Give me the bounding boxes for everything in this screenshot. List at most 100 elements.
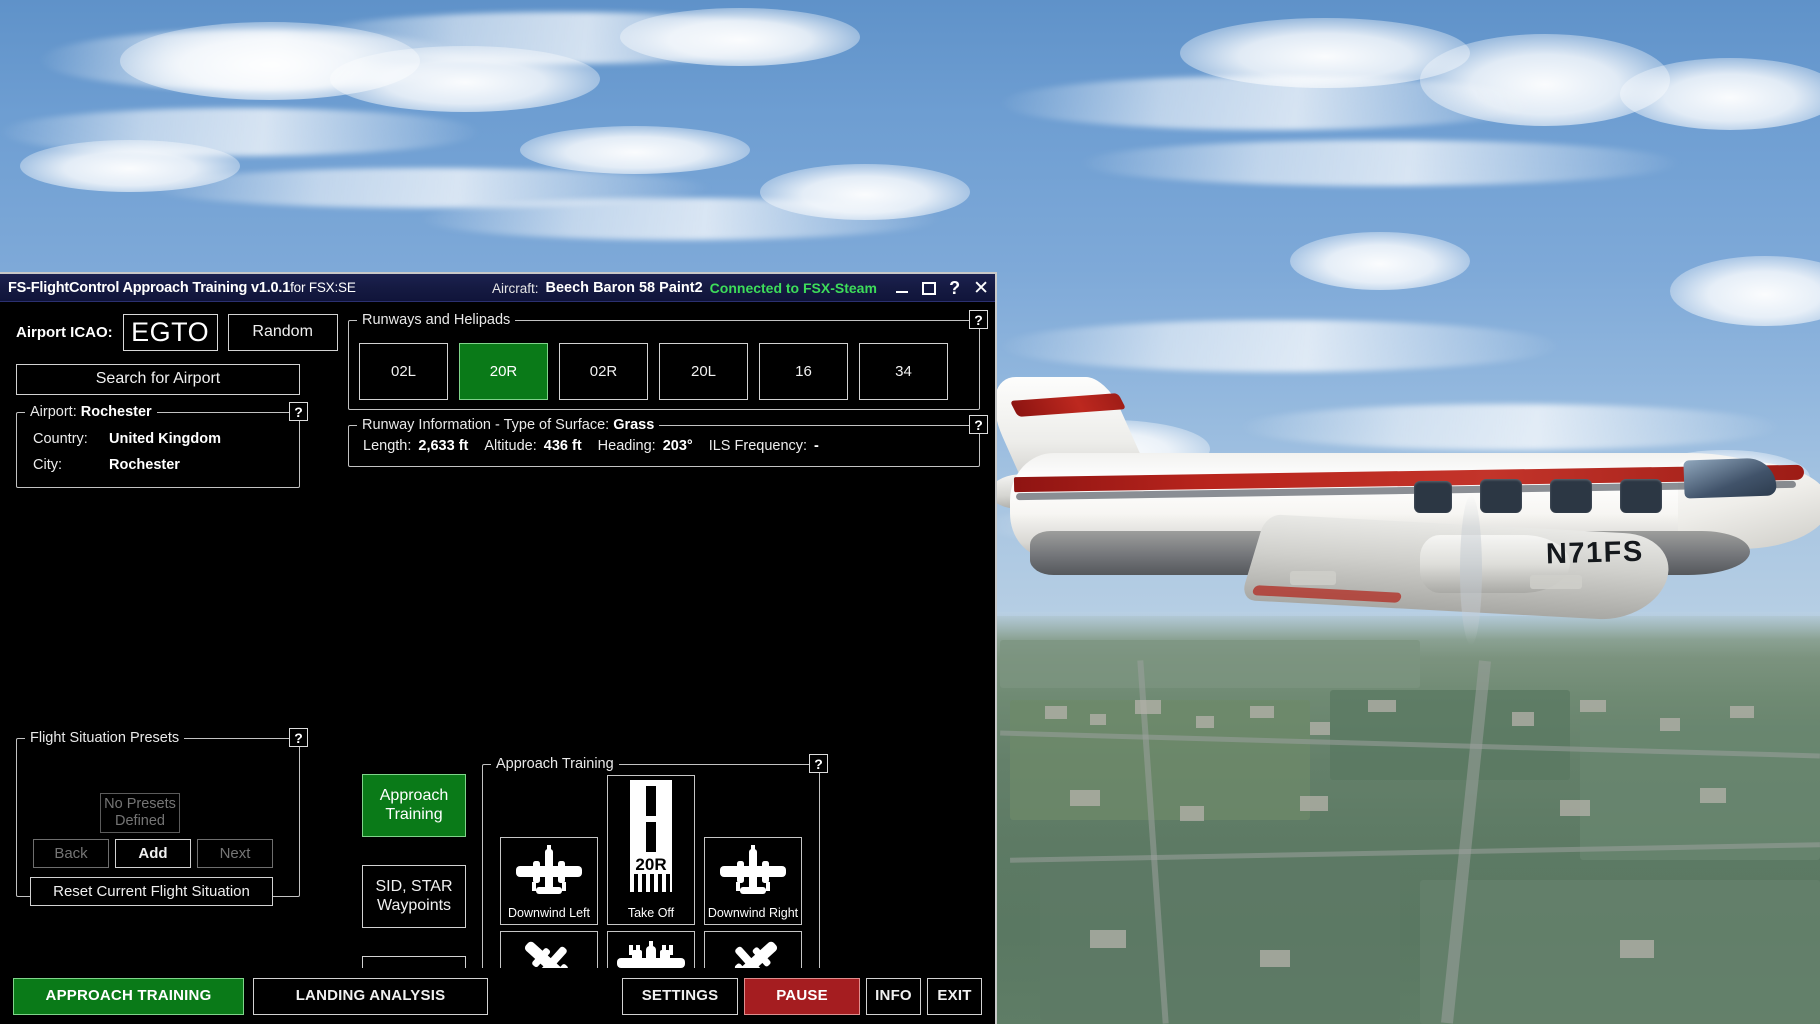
runway-info-legend-prefix: Runway Information - Type of Surface: bbox=[362, 417, 614, 433]
approach-tile-downwind-right[interactable]: Downwind Right bbox=[704, 837, 802, 925]
airport-name: Rochester bbox=[80, 404, 152, 420]
flight-situation-presets-group: Flight Situation Presets ? No Presets De… bbox=[16, 728, 308, 906]
no-presets-defined-placeholder: No Presets Defined bbox=[100, 793, 180, 833]
settings-button[interactable]: SETTINGS bbox=[622, 977, 738, 1015]
runway-altitude-value: 436 ft bbox=[543, 438, 582, 454]
preset-back-button[interactable]: Back bbox=[33, 839, 109, 868]
approach-help-button[interactable]: ? bbox=[809, 754, 828, 773]
runway-button-34[interactable]: 34 bbox=[859, 343, 948, 400]
preset-next-button[interactable]: Next bbox=[197, 839, 273, 868]
presets-group-legend: Flight Situation Presets bbox=[25, 730, 185, 746]
runway-button-20L[interactable]: 20L bbox=[659, 343, 748, 400]
runway-altitude-label: Altitude: bbox=[484, 438, 537, 454]
mode-sidstar-line2: Waypoints bbox=[376, 896, 452, 914]
runways-help-button[interactable]: ? bbox=[969, 310, 988, 329]
no-presets-line2: Defined bbox=[115, 813, 165, 829]
preset-add-button[interactable]: Add bbox=[115, 839, 191, 868]
minimize-icon[interactable] bbox=[895, 280, 909, 296]
airport-group-legend-prefix: Airport: bbox=[30, 404, 81, 420]
maximize-icon[interactable] bbox=[922, 281, 937, 295]
runway-info-help-button[interactable]: ? bbox=[969, 415, 988, 434]
cabin-window bbox=[1480, 479, 1522, 513]
runway-information-group: Runway Information - Type of Surface: Gr… bbox=[348, 415, 988, 467]
cabin-window bbox=[1414, 481, 1452, 513]
mode-sidstar-line1: SID, STAR bbox=[375, 878, 453, 896]
ils-frequency-label: ILS Frequency: bbox=[708, 438, 808, 454]
landing-analysis-button[interactable]: LANDING ANALYSIS bbox=[253, 977, 488, 1015]
reset-current-flight-situation-button[interactable]: Reset Current Flight Situation bbox=[30, 877, 273, 906]
title-bar-status: Aircraft: Beech Baron 58 Paint2 Connecte… bbox=[492, 274, 877, 302]
country-row: Country: United Kingdom bbox=[33, 431, 221, 447]
window-sim-target: for FSX:SE bbox=[290, 279, 356, 295]
airport-info-group: Airport: Rochester ? Country: United Kin… bbox=[16, 402, 308, 488]
title-bar: FS-FlightControl Approach Training v1.0.… bbox=[0, 274, 995, 302]
random-airport-button[interactable]: Random bbox=[227, 314, 338, 351]
bottom-button-bar: APPROACH TRAINING LANDING ANALYSIS SETTI… bbox=[0, 968, 995, 1024]
window-body: Airport ICAO: EGTO Random Search for Air… bbox=[0, 302, 995, 1024]
runway-button-16[interactable]: 16 bbox=[759, 343, 848, 400]
runway-info-legend: Runway Information - Type of Surface: Gr… bbox=[357, 417, 660, 433]
gear-door bbox=[1290, 571, 1336, 585]
runway-icon: 20R bbox=[608, 776, 694, 906]
approach-tile-take-off[interactable]: 20R Take Off bbox=[607, 775, 695, 925]
runway-heading-value: 203° bbox=[662, 438, 693, 454]
airplane-top-icon bbox=[705, 838, 801, 906]
airport-icao-label: Airport ICAO: bbox=[16, 324, 113, 341]
exit-button[interactable]: EXIT bbox=[927, 977, 982, 1015]
windshield bbox=[1683, 457, 1777, 499]
country-value: United Kingdom bbox=[109, 431, 221, 447]
mode-button-approach-training[interactable]: Approach Training bbox=[362, 774, 466, 837]
airplane-top-icon bbox=[501, 838, 597, 906]
runway-heading-label: Heading: bbox=[597, 438, 656, 454]
runway-button-02R[interactable]: 02R bbox=[559, 343, 648, 400]
runway-button-20R[interactable]: 20R bbox=[459, 343, 548, 400]
runways-and-helipads-group: Runways and Helipads ? 02L 20R 02R 20L 1… bbox=[348, 310, 988, 410]
mode-approach-line2: Training bbox=[385, 805, 443, 823]
help-icon[interactable]: ? bbox=[949, 279, 960, 297]
approach-group-legend: Approach Training bbox=[491, 756, 619, 772]
window-version: v1.0.1 bbox=[250, 279, 291, 296]
cabin-window bbox=[1620, 479, 1662, 513]
aircraft-registration: N71FS bbox=[1545, 535, 1645, 571]
runway-surface-type: Grass bbox=[613, 417, 655, 433]
pause-button[interactable]: PAUSE bbox=[744, 977, 860, 1015]
tile-label: Downwind Left bbox=[508, 906, 590, 920]
city-label: City: bbox=[33, 457, 62, 473]
propeller-disc bbox=[1460, 495, 1482, 645]
approach-tile-downwind-left[interactable]: Downwind Left bbox=[500, 837, 598, 925]
search-for-airport-button[interactable]: Search for Airport bbox=[16, 364, 300, 395]
bottom-right-buttons: SETTINGS PAUSE INFO EXIT bbox=[622, 977, 982, 1015]
airport-icao-input[interactable]: EGTO bbox=[122, 314, 218, 351]
gear-door bbox=[1530, 575, 1582, 589]
presets-help-button[interactable]: ? bbox=[289, 728, 308, 747]
aircraft-beech-baron-58: N71FS bbox=[975, 375, 1820, 705]
info-button[interactable]: INFO bbox=[866, 977, 921, 1015]
window-controls: ? ✕ bbox=[895, 274, 989, 302]
mode-button-sid-star-waypoints[interactable]: SID, STAR Waypoints bbox=[362, 865, 466, 928]
cabin-window bbox=[1550, 479, 1592, 513]
airport-help-button[interactable]: ? bbox=[289, 402, 308, 421]
runway-marking-text: 20R bbox=[635, 855, 666, 874]
airport-group-legend: Airport: Rochester bbox=[25, 404, 157, 420]
runway-length-label: Length: bbox=[363, 438, 412, 454]
runways-group-legend: Runways and Helipads bbox=[357, 312, 516, 328]
runway-length-value: 2,633 ft bbox=[418, 438, 469, 454]
city-row: City: Rochester bbox=[33, 457, 180, 473]
icao-row: Airport ICAO: EGTO Random bbox=[16, 314, 338, 351]
window-title: FS-FlightControl Approach Training v1.0.… bbox=[8, 280, 356, 296]
mode-approach-line1: Approach bbox=[379, 787, 449, 805]
close-icon[interactable]: ✕ bbox=[973, 279, 989, 298]
connection-status: Connected to FSX-Steam bbox=[709, 280, 877, 296]
window-title-text: FS-FlightControl Approach Training bbox=[8, 279, 251, 296]
no-presets-line1: No Presets bbox=[104, 796, 176, 813]
runway-info-row: Length: 2,633 ft Altitude: 436 ft Headin… bbox=[363, 438, 819, 454]
runway-button-row: 02L 20R 02R 20L 16 34 bbox=[359, 343, 948, 400]
approach-training-main-button[interactable]: APPROACH TRAINING bbox=[13, 977, 244, 1015]
aircraft-name: Beech Baron 58 Paint2 bbox=[545, 280, 703, 296]
aircraft-label: Aircraft: bbox=[492, 280, 539, 296]
city-value: Rochester bbox=[109, 457, 180, 473]
tile-label: Take Off bbox=[627, 906, 675, 920]
runway-button-02L[interactable]: 02L bbox=[359, 343, 448, 400]
airport-icao-value: EGTO bbox=[131, 317, 210, 347]
ils-frequency-value: - bbox=[814, 438, 819, 454]
